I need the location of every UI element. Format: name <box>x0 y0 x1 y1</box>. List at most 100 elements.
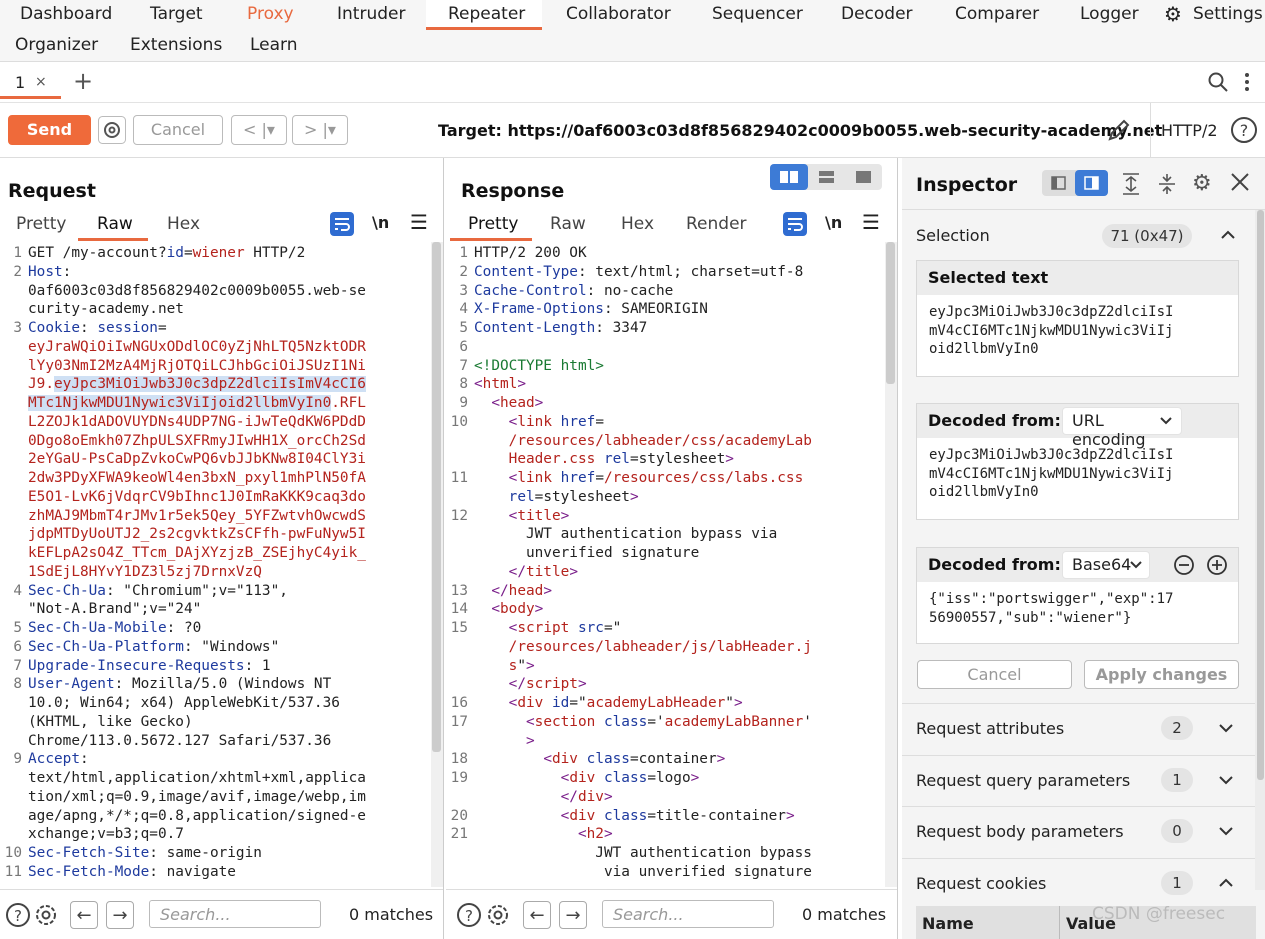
code-line[interactable]: Sec-Ch-Ua-Platform: "Windows" <box>28 638 279 657</box>
code-line[interactable]: Sec-Ch-Ua-Mobile: ?0 <box>28 619 201 638</box>
code-line[interactable]: </script> <box>474 675 587 694</box>
expand-all-icon[interactable] <box>1120 172 1142 200</box>
nav-target[interactable]: Target <box>150 4 203 24</box>
http-version[interactable]: HTTP/2 <box>1161 121 1218 140</box>
code-line[interactable]: s"> <box>474 657 535 676</box>
inspector-section-row[interactable]: Request cookies 1 <box>902 857 1265 909</box>
code-line[interactable]: Sec-Ch-Ua: "Chromium";v="113", <box>28 582 288 601</box>
nav-dashboard[interactable]: Dashboard <box>20 4 112 24</box>
code-line[interactable]: HTTP/2 200 OK <box>474 244 587 263</box>
nav-settings[interactable]: Settings <box>1193 4 1263 24</box>
edit-target-icon[interactable] <box>1106 117 1132 147</box>
search-icon[interactable] <box>1207 71 1229 97</box>
inspector-expand-icon[interactable] <box>1075 170 1108 196</box>
close-icon[interactable]: × <box>35 74 47 90</box>
more-options-icon[interactable] <box>1240 71 1254 97</box>
code-line[interactable]: /resources/labheader/js/labHeader.j <box>474 638 812 657</box>
target-url[interactable]: Target: https://0af6003c03d8f856829402c0… <box>438 121 1162 140</box>
code-line[interactable]: MTc1NjkwMDU1Nywic3ViIjoid2llbmVyIn0.RFL <box>28 394 366 413</box>
code-line[interactable]: JWT authentication bypass via <box>474 525 777 544</box>
layout-stacked-icon[interactable] <box>808 164 845 194</box>
code-line[interactable]: <link href=/resources/css/labs.css <box>474 469 804 488</box>
tab-raw[interactable]: Raw <box>97 214 133 234</box>
code-line[interactable]: 0af6003c03d8f856829402c0009b0055.web-se <box>28 282 366 301</box>
code-line[interactable]: <script src=" <box>474 619 622 638</box>
chevron-up-icon[interactable] <box>1220 222 1236 250</box>
code-line[interactable]: <link href= <box>474 413 604 432</box>
code-line[interactable]: <div class=container> <box>474 750 725 769</box>
wrap-lines-icon[interactable] <box>783 212 807 240</box>
code-line[interactable]: 2dw3PDyXFWA9keoWl4en3bxN_pxyl1mhPlN50fA <box>28 469 366 488</box>
newline-toggle[interactable]: \n <box>372 213 389 232</box>
scroll-thumb[interactable] <box>1257 210 1264 780</box>
close-icon[interactable] <box>1229 170 1251 198</box>
nav-sequencer[interactable]: Sequencer <box>712 4 803 24</box>
response-editor[interactable]: 1 HTTP/2 200 OK 2 Content-Type: text/html; … <box>446 242 883 887</box>
code-line[interactable]: eyJraWQiOiIwNGUxODdlOC0yZjNhLTQ5NzktODR <box>28 338 366 357</box>
code-line[interactable]: Content-Type: text/html; charset=utf-8 <box>474 263 803 282</box>
code-line[interactable]: Cookie: session= <box>28 319 167 338</box>
code-line[interactable]: <h2> <box>474 825 613 844</box>
code-line[interactable]: tion/xml;q=0.9,image/avif,image/webp,im <box>28 788 366 807</box>
code-line[interactable]: jdpMTDyUoUTJ2_2s2cgvktkZsCFfh-pwFuNyw5I <box>28 525 366 544</box>
newline-toggle[interactable]: \n <box>825 213 842 232</box>
inspector-section-row[interactable]: Request body parameters 0 <box>902 806 1265 857</box>
tab-raw[interactable]: Raw <box>550 214 586 234</box>
gear-icon[interactable]: ⚙ <box>1164 2 1182 26</box>
code-line[interactable]: kEFLpA2sO4Z_TTcm_DAjXYzjzB_ZSEjhyC4yik_ <box>28 544 366 563</box>
code-line[interactable]: via unverified signature <box>474 863 812 882</box>
code-line[interactable]: Content-Length: 3347 <box>474 319 647 338</box>
collapse-all-icon[interactable] <box>1156 172 1178 200</box>
nav-proxy[interactable]: Proxy <box>247 4 294 24</box>
menu-icon[interactable]: ☰ <box>862 210 880 234</box>
code-line[interactable]: 10.0; Win64; x64) AppleWebKit/537.36 <box>28 694 340 713</box>
gear-icon[interactable] <box>33 902 59 928</box>
chevron-down-icon[interactable] <box>1218 770 1234 794</box>
code-line[interactable]: E5O1-LvK6jVdqrCV9bIhnc1J0ImRaKKK9caq3do <box>28 488 366 507</box>
nav-learn[interactable]: Learn <box>250 35 298 55</box>
nav-extensions[interactable]: Extensions <box>130 35 222 55</box>
code-line[interactable]: text/html,application/xhtml+xml,applica <box>28 769 366 788</box>
column-name[interactable]: Name <box>922 914 974 933</box>
code-line[interactable]: zhMAJ9MbmT4rJMv1r5ek5Qey_5YFZwtvhOwcwdS <box>28 507 366 526</box>
decoding-select[interactable]: URL encoding <box>1062 407 1182 449</box>
add-decoding-icon[interactable] <box>1206 554 1228 580</box>
code-line[interactable]: unverified signature <box>474 544 699 563</box>
code-line[interactable]: Sec-Fetch-Site: same-origin <box>28 844 262 863</box>
nav-decoder[interactable]: Decoder <box>841 4 913 24</box>
chevron-down-icon[interactable] <box>1218 718 1234 742</box>
cancel-button[interactable]: Cancel <box>133 115 223 145</box>
tab-pretty[interactable]: Pretty <box>468 214 518 234</box>
code-line[interactable]: 0Dgo8oEmkh07ZhpULSXFRmyJIwHH1X_orcCh2Sd <box>28 432 366 451</box>
repeater-tab-1[interactable]: 1 × <box>0 63 61 99</box>
code-line[interactable]: <div class=title-container> <box>474 807 795 826</box>
code-line[interactable]: Header.css rel=stylesheet> <box>474 450 734 469</box>
tab-render[interactable]: Render <box>686 214 747 234</box>
code-line[interactable]: <div id="academyLabHeader"> <box>474 694 743 713</box>
code-line[interactable]: <!DOCTYPE html> <box>474 357 604 376</box>
add-tab-icon[interactable]: + <box>73 67 93 95</box>
scroll-thumb[interactable] <box>432 242 441 752</box>
code-line[interactable]: "Not-A.Brand";v="24" <box>28 600 201 619</box>
nav-intruder[interactable]: Intruder <box>337 4 405 24</box>
inspector-collapse-icon[interactable] <box>1042 170 1075 196</box>
code-line[interactable]: curity-academy.net <box>28 300 184 319</box>
nav-comparer[interactable]: Comparer <box>955 4 1039 24</box>
decoding-select[interactable]: Base64 <box>1062 551 1150 579</box>
request-scrollbar[interactable] <box>431 242 443 887</box>
code-line[interactable]: JWT authentication bypass <box>474 844 812 863</box>
code-line[interactable]: Chrome/113.0.5672.127 Safari/537.36 <box>28 732 331 751</box>
wrap-lines-icon[interactable] <box>330 212 354 240</box>
chevron-down-icon[interactable] <box>1218 821 1234 845</box>
nav-repeater[interactable]: Repeater <box>448 4 525 24</box>
previous-match-icon[interactable]: ← <box>523 901 551 929</box>
next-match-icon[interactable]: → <box>106 901 134 929</box>
code-line[interactable]: </title> <box>474 563 578 582</box>
tab-hex[interactable]: Hex <box>167 214 200 234</box>
forward-history-button[interactable]: > |▾ <box>292 115 348 145</box>
code-line[interactable]: X-Frame-Options: SAMEORIGIN <box>474 300 708 319</box>
code-line[interactable]: Upgrade-Insecure-Requests: 1 <box>28 657 271 676</box>
code-line[interactable]: </head> <box>474 582 552 601</box>
next-match-icon[interactable]: → <box>559 901 587 929</box>
inspector-section-row[interactable]: Request attributes 2 <box>902 703 1265 754</box>
